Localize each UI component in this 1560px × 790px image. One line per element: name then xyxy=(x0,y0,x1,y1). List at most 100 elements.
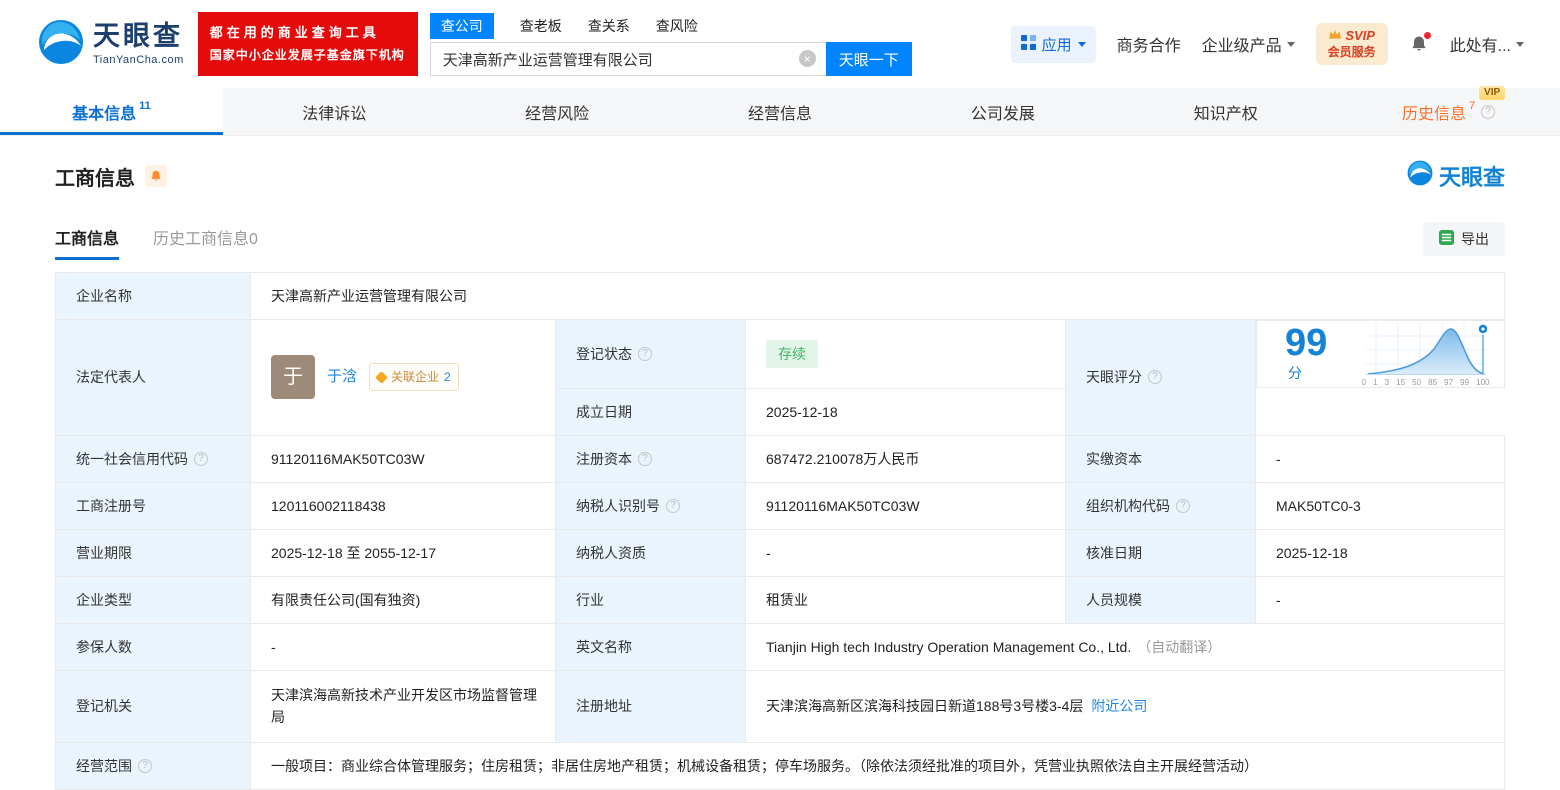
label-credit-code: 统一社会信用代码? xyxy=(55,434,251,483)
tianyancha-logo[interactable]: 天眼查 TianYanCha.com xyxy=(38,19,184,70)
tab-operation-risk[interactable]: 经营风险 xyxy=(446,88,669,135)
caret-down-icon xyxy=(1077,41,1086,47)
search-tab-boss[interactable]: 查老板 xyxy=(520,16,562,36)
tab-history-info[interactable]: 历史信息 7 ? VIP xyxy=(1337,85,1560,135)
subtab-history-registration[interactable]: 历史工商信息0 xyxy=(153,225,258,260)
label-approval-date: 核准日期 xyxy=(1065,528,1256,577)
legal-rep-avatar[interactable]: 于 xyxy=(271,355,315,400)
export-label: 导出 xyxy=(1461,231,1489,247)
search-area: 查公司 查老板 查关系 查风险 × 天眼一下 xyxy=(429,12,912,76)
watermark-brand-text: 天眼查 xyxy=(1438,165,1505,190)
search-tab-relation[interactable]: 查关系 xyxy=(588,16,630,36)
apps-button[interactable]: 应用 xyxy=(1010,25,1096,63)
help-icon[interactable]: ? xyxy=(638,451,652,466)
caret-down-icon xyxy=(1286,41,1295,47)
label-company-type: 企业类型 xyxy=(55,575,251,624)
svip-member-badge[interactable]: SVIP 会员服务 xyxy=(1315,23,1388,65)
section-title: 工商信息 xyxy=(55,167,135,190)
value-company-name: 天津高新产业运营管理有限公司 xyxy=(250,272,1505,320)
tianyancha-logo-icon xyxy=(38,19,84,70)
label-english-name: 英文名称 xyxy=(555,622,746,671)
help-icon[interactable]: ? xyxy=(1148,370,1162,385)
account-label: 此处有... xyxy=(1449,38,1511,55)
help-icon[interactable]: ? xyxy=(638,346,652,361)
value-approval-date: 2025-12-18 xyxy=(1255,528,1505,577)
score-unit: 分 xyxy=(1288,365,1302,381)
help-icon[interactable]: ? xyxy=(1176,498,1190,513)
value-industry: 租赁业 xyxy=(745,575,1066,624)
status-badge: 存续 xyxy=(766,339,818,368)
apps-grid-icon xyxy=(1020,34,1036,54)
tab-history-label: 历史信息 xyxy=(1402,105,1467,123)
value-taxpayer-quality: - xyxy=(745,528,1066,577)
label-taxpayer-quality: 纳税人资质 xyxy=(555,528,746,577)
subtab-business-registration[interactable]: 工商信息 xyxy=(55,225,120,260)
label-registration-number: 工商注册号 xyxy=(55,481,251,530)
business-cooperation-link[interactable]: 商务合作 xyxy=(1117,32,1181,56)
site-header: 天眼查 TianYanCha.com 都在用的商业查询工具 国家中小企业发展子基… xyxy=(0,0,1560,88)
related-companies-icon xyxy=(375,370,388,384)
tab-legal-proceedings[interactable]: 法律诉讼 xyxy=(223,88,446,135)
help-icon[interactable]: ? xyxy=(1481,104,1496,119)
search-input[interactable] xyxy=(429,42,826,76)
label-insured-count: 参保人数 xyxy=(55,622,251,671)
value-business-scope: 一般项目：商业综合体管理服务；住房租赁；非居住房地产租赁；机械设备租赁；停车场服… xyxy=(250,741,1505,790)
search-tab-company[interactable]: 查公司 xyxy=(429,12,494,39)
label-business-term: 营业期限 xyxy=(55,528,251,577)
search-tabs: 查公司 查老板 查关系 查风险 xyxy=(429,12,912,39)
nearby-companies-link[interactable]: 附近公司 xyxy=(1091,698,1147,714)
promo-banner[interactable]: 都在用的商业查询工具 国家中小企业发展子基金旗下机构 xyxy=(197,12,418,76)
svip-label: SVIP xyxy=(1345,28,1375,43)
label-taxpayer-id: 纳税人识别号? xyxy=(555,481,746,530)
related-companies-badge[interactable]: 关联企业 2 xyxy=(369,363,459,392)
help-icon[interactable]: ? xyxy=(138,758,152,773)
score-number: 99 xyxy=(1285,322,1328,364)
value-registration-number: 120116002118438 xyxy=(250,481,556,530)
business-cooperation-label: 商务合作 xyxy=(1116,38,1181,55)
value-legal-representative: 于 于浛 关联企业 2 xyxy=(250,319,556,436)
legal-rep-name-link[interactable]: 于浛 xyxy=(327,366,357,388)
help-icon[interactable]: ? xyxy=(666,498,680,513)
label-company-name: 企业名称 xyxy=(55,272,251,320)
help-icon[interactable]: ? xyxy=(194,451,208,466)
value-paid-capital: - xyxy=(1255,434,1505,483)
tab-history-count: 7 xyxy=(1469,99,1476,112)
account-menu[interactable]: 此处有... xyxy=(1450,32,1524,56)
label-paid-capital: 实缴资本 xyxy=(1065,434,1256,483)
value-credit-code: 91120116MAK50TC03W xyxy=(250,434,556,483)
tab-intellectual-property[interactable]: 知识产权 xyxy=(1114,88,1337,135)
value-registered-address: 天津滨海高新区滨海科技园日新道188号3号楼3-4层 附近公司 xyxy=(745,669,1505,743)
clear-search-icon[interactable]: × xyxy=(798,50,816,67)
value-business-term: 2025-12-18 至 2055-12-17 xyxy=(250,528,556,577)
value-establish-date: 2025-12-18 xyxy=(745,387,1066,436)
enterprise-products-menu[interactable]: 企业级产品 xyxy=(1202,32,1295,56)
tab-basic-info[interactable]: 基本信息 11 xyxy=(0,88,223,135)
subscribe-bell-icon[interactable] xyxy=(145,165,167,187)
label-registered-address: 注册地址 xyxy=(555,669,746,743)
label-business-scope: 经营范围? xyxy=(55,741,251,790)
score-axis-labels: 01 3 15 50 85 97 99 100 xyxy=(1361,378,1490,387)
label-registered-capital: 注册资本? xyxy=(555,434,746,483)
tab-company-development[interactable]: 公司发展 xyxy=(891,88,1114,135)
search-tab-risk[interactable]: 查风险 xyxy=(656,16,698,36)
tianyancha-watermark-icon xyxy=(1407,160,1433,192)
promo-line1: 都在用的商业查询工具 xyxy=(209,25,380,40)
search-button[interactable]: 天眼一下 xyxy=(825,42,912,76)
value-org-code: MAK50TC0-3 xyxy=(1255,481,1505,530)
logo-text-en: TianYanCha.com xyxy=(93,53,184,66)
label-registration-authority: 登记机关 xyxy=(55,669,251,743)
business-info-table: 企业名称 天津高新产业运营管理有限公司 法定代表人 于 于浛 关联企业 2 登记… xyxy=(55,272,1505,790)
header-right: 应用 商务合作 企业级产品 SVIP 会员服务 此处有... xyxy=(1010,23,1524,65)
export-button[interactable]: 导出 xyxy=(1423,222,1505,256)
value-insured-count: - xyxy=(250,622,556,671)
label-legal-representative: 法定代表人 xyxy=(55,319,251,436)
value-tianyan-score: 99分 0 1 3 15 50 85 97 99 100 xyxy=(1256,320,1505,388)
search-box: × 天眼一下 xyxy=(429,42,912,76)
enterprise-products-label: 企业级产品 xyxy=(1201,38,1282,55)
tab-business-info[interactable]: 经营信息 xyxy=(669,88,892,135)
label-tianyan-score: 天眼评分? xyxy=(1065,319,1256,436)
member-service-label: 会员服务 xyxy=(1327,45,1376,59)
label-org-code: 组织机构代码? xyxy=(1065,481,1256,530)
value-registration-authority: 天津滨海高新技术产业开发区市场监督管理局 xyxy=(250,669,556,743)
notification-bell-icon[interactable] xyxy=(1409,32,1431,54)
